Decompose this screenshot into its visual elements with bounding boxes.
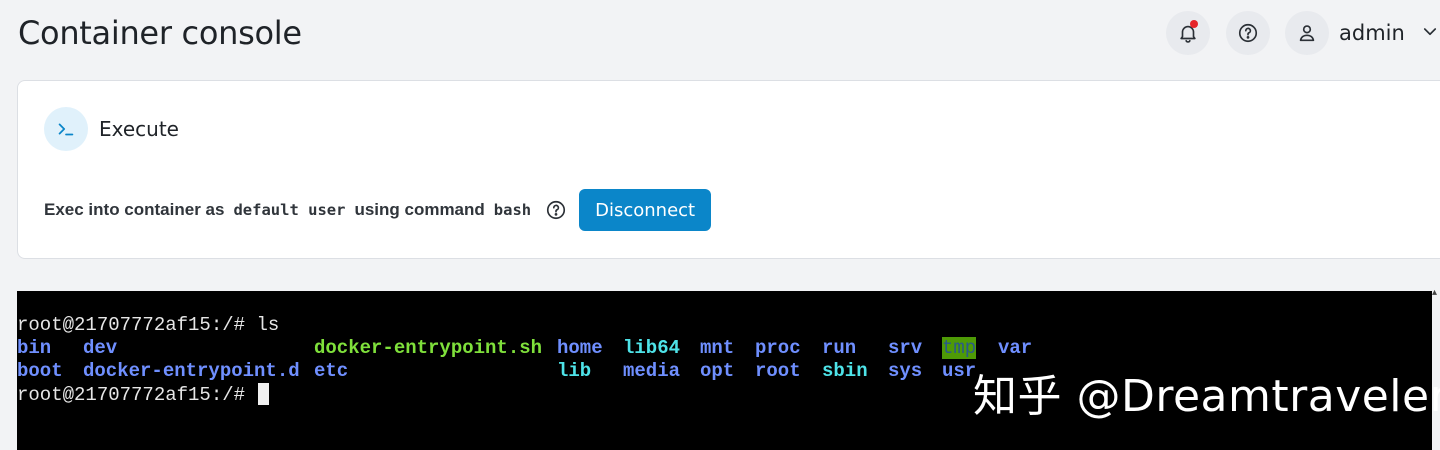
ls-entry: boot <box>17 360 63 382</box>
watermark: 知乎 @Dreamtraveler <box>973 371 1440 422</box>
user-icon <box>1299 25 1315 42</box>
ls-entry: lib64 <box>623 337 681 359</box>
terminal-prompt: root@21707772af15:/# <box>17 384 246 406</box>
ls-entry: bin <box>17 337 52 359</box>
ls-entry: usr <box>942 360 977 382</box>
terminal-cursor <box>258 383 270 405</box>
ls-entry: home <box>557 337 603 359</box>
username[interactable]: admin <box>1339 21 1405 45</box>
terminal-line-4: root@21707772af15:/# <box>17 383 270 406</box>
card-icon-badge <box>44 107 88 151</box>
notification-badge <box>1190 20 1198 28</box>
ls-entry: dev <box>83 337 118 359</box>
ls-entry-sticky: tmp <box>942 337 977 359</box>
user-avatar[interactable] <box>1285 11 1329 55</box>
ls-entry: etc <box>314 360 349 382</box>
disconnect-button[interactable]: Disconnect <box>579 189 712 231</box>
ls-entry: run <box>822 337 857 359</box>
ls-entry: docker-entrypoint.d <box>83 360 300 382</box>
exec-card: Execute Exec into container as default u… <box>17 80 1440 259</box>
ls-entry: srv <box>888 337 923 359</box>
exec-description: Exec into container as default user usin… <box>44 189 712 231</box>
terminal-command: ls <box>245 314 280 336</box>
exec-text-prefix: Exec into container as <box>44 200 225 219</box>
page-title: Container console <box>18 14 302 52</box>
help-circle-icon[interactable] <box>545 199 567 221</box>
page-header: Container console admin <box>0 0 1440 66</box>
ls-entry: var <box>998 337 1033 359</box>
ls-entry: proc <box>755 337 801 359</box>
exec-command-value: bash <box>493 201 532 219</box>
ls-entry: sbin <box>822 360 868 382</box>
help-button[interactable] <box>1226 11 1270 55</box>
ls-entry: media <box>623 360 681 382</box>
terminal-prompt: root@21707772af15:/# <box>17 314 246 336</box>
ls-entry: root <box>755 360 801 382</box>
chevron-down-icon[interactable] <box>1421 23 1439 41</box>
card-title: Execute <box>99 117 179 141</box>
ls-entry: opt <box>700 360 735 382</box>
ls-entry: mnt <box>700 337 735 359</box>
ls-entry: docker-entrypoint.sh <box>314 337 543 359</box>
terminal-prompt-icon <box>58 123 74 136</box>
scroll-up-icon[interactable]: ▴ <box>1432 287 1437 298</box>
terminal-line-2: bin dev docker-entrypoint.sh home lib64 … <box>17 337 1432 360</box>
exec-text-middle: using command <box>354 200 485 219</box>
notifications-button[interactable] <box>1166 11 1210 55</box>
terminal-line-1: root@21707772af15:/# ls <box>17 314 279 337</box>
ls-entry: lib <box>557 360 592 382</box>
exec-user-value: default user <box>233 201 346 219</box>
ls-entry: sys <box>888 360 923 382</box>
help-circle-icon <box>1238 23 1258 43</box>
